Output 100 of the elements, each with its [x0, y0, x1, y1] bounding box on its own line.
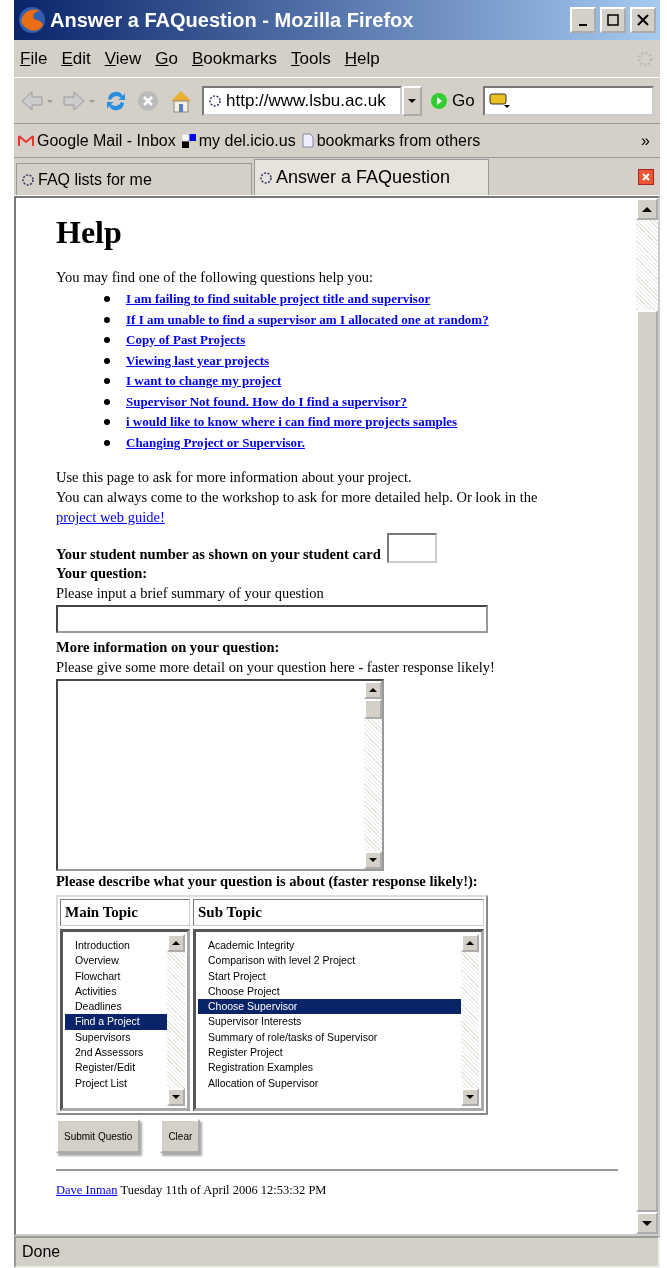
close-icon [637, 14, 649, 26]
down-arrow-icon [172, 1095, 180, 1099]
url-dropdown-button[interactable] [402, 85, 422, 116]
page-heading: Help [56, 214, 123, 251]
up-arrow-icon [466, 941, 474, 945]
browser-tab[interactable]: FAQ lists for me [16, 163, 252, 195]
scroll-up-button[interactable] [636, 198, 658, 220]
menu-item[interactable]: Go [155, 48, 178, 69]
menu-item[interactable]: Bookmarks [192, 48, 277, 69]
faq-link[interactable]: I am failing to find suitable project title and supervisor [126, 289, 431, 310]
scroll-down-button[interactable] [167, 1088, 185, 1106]
scroll-down-button[interactable] [636, 1212, 658, 1234]
more-bookmarks-chevron[interactable]: » [641, 131, 656, 150]
question-hint: Please input a brief summary of your question [56, 584, 325, 603]
maximize-icon [607, 14, 619, 26]
scroll-up-button[interactable] [364, 681, 382, 699]
url-field[interactable]: http://www.lsbu.ac.uk [202, 85, 402, 116]
squares-icon [181, 133, 196, 148]
search-field[interactable] [482, 85, 654, 116]
search-engine-icon[interactable] [488, 92, 511, 109]
date-text: Tuesday 11th of April 2006 12:53:32 PM [120, 1183, 327, 1198]
bookmark-item[interactable]: my del.icio.us [181, 131, 296, 150]
close-icon [641, 171, 651, 182]
list-option[interactable]: Comparison with level 2 Project [198, 953, 461, 969]
list-option[interactable]: Register Project [198, 1045, 461, 1061]
mail-icon [18, 134, 34, 147]
faq-link[interactable]: I want to change my project [126, 371, 282, 392]
topic-list[interactable]: Introduction Overview Flowchart Activities Deadlines Find a Project Supervisors 2nd Assessors Register/Edit Project List [60, 929, 190, 1111]
scroll-thumb[interactable] [636, 310, 658, 1212]
menu-item[interactable]: Help [344, 48, 380, 69]
question-label: Your question: [56, 565, 148, 581]
window-title: Answer a FAQuestion - Mozilla Firefox [50, 8, 415, 32]
scroll-down-button[interactable] [364, 851, 382, 869]
list-option[interactable]: Find a Project [65, 1014, 167, 1030]
list-option[interactable]: Start Project [198, 968, 461, 984]
bookmark-item[interactable]: Google Mail - Inbox [18, 131, 176, 150]
menu-item[interactable]: File [20, 48, 48, 69]
menu-item[interactable]: View [104, 48, 142, 69]
minimize-button[interactable] [570, 7, 596, 33]
list-option[interactable]: Allocation of Supervisor [198, 1075, 461, 1091]
more-info-hint: Please give some more detail on your question here - faster response likely! [56, 658, 496, 677]
status-text: Done [14, 1236, 660, 1268]
close-tab-button[interactable] [638, 168, 654, 185]
list-option[interactable]: 2nd Assessors [65, 1045, 167, 1061]
list-option[interactable]: Supervisor Interests [198, 1014, 461, 1030]
topic-list[interactable] [193, 929, 484, 1111]
faq-link[interactable]: i would like to know where i can find more projects samples [126, 412, 458, 433]
scroll-thumb[interactable] [364, 699, 382, 719]
menu-item[interactable]: Tools [291, 48, 331, 69]
form-button[interactable]: Clear [160, 1119, 201, 1153]
list-option[interactable]: Flowchart [65, 968, 167, 984]
list-option[interactable]: Activities [65, 983, 167, 1000]
bullet-icon [104, 419, 110, 426]
list-option[interactable]: Choose Supervisor [198, 999, 461, 1015]
bullet-icon [104, 378, 110, 385]
bullet-icon [104, 337, 110, 344]
question-field[interactable] [56, 605, 488, 633]
guide-link[interactable]: project web guide! [56, 509, 165, 525]
faq-link[interactable]: If I am unable to find a supervisor am I allocated one at random? [126, 309, 489, 330]
maximize-button[interactable] [600, 7, 626, 33]
scroll-up-button[interactable] [461, 934, 479, 952]
list-option[interactable]: Summary of role/tasks of Supervisor [198, 1029, 461, 1046]
fox-globe-icon [18, 6, 46, 34]
list-option[interactable]: Supervisors [65, 1029, 167, 1046]
faq-link[interactable]: Changing Project or Supervisor. [126, 432, 305, 453]
student-number-label: Your student number as shown on your student card [56, 546, 381, 563]
more-info-label: More information on your question: [56, 639, 280, 655]
column-heading: Sub Topic [193, 899, 484, 926]
bullet-icon [104, 316, 110, 323]
column-heading: Main Topic [60, 899, 190, 926]
close-button[interactable] [630, 7, 656, 33]
page-icon [259, 170, 273, 185]
faq-link[interactable]: Viewing last year projects [126, 350, 270, 371]
form-button[interactable]: Submit Questio [56, 1119, 141, 1153]
list-option[interactable]: Registration Examples [198, 1060, 461, 1076]
down-arrow-icon [466, 1095, 474, 1099]
student-number-field[interactable] [386, 533, 437, 563]
list-option[interactable]: Deadlines [65, 999, 167, 1015]
scroll-down-button[interactable] [461, 1088, 479, 1106]
faq-link[interactable]: Copy of Past Projects [126, 330, 246, 351]
list-option[interactable]: Choose Project [198, 983, 461, 1000]
up-arrow-icon [172, 941, 180, 945]
browser-tab[interactable]: Answer a FAQuestion [254, 159, 489, 195]
go-button[interactable]: Go [430, 90, 475, 111]
bookmark-item[interactable]: bookmarks from others [301, 131, 481, 150]
throbber-icon [636, 49, 654, 68]
down-arrow-icon [369, 858, 377, 862]
info-text: Use this page to ask for more information about your project. [56, 468, 413, 487]
scroll-up-button[interactable] [167, 934, 185, 952]
menu-item[interactable]: Edit [61, 48, 91, 69]
list-option[interactable]: Academic Integrity [198, 938, 461, 954]
list-option[interactable]: Project List [65, 1075, 167, 1091]
bullet-icon [104, 439, 110, 446]
list-option[interactable]: Introduction [65, 938, 167, 954]
author-link[interactable]: Dave Inman [56, 1183, 118, 1198]
list-option[interactable]: Register/Edit [65, 1060, 167, 1076]
list-option[interactable]: Overview [65, 953, 167, 969]
up-arrow-icon [642, 206, 652, 212]
faq-link[interactable]: Supervisor Not found. How do I find a supervisor? [126, 391, 408, 412]
info-text: You can always come to the workshop to ask for more detailed help. Or look in the [56, 488, 539, 507]
